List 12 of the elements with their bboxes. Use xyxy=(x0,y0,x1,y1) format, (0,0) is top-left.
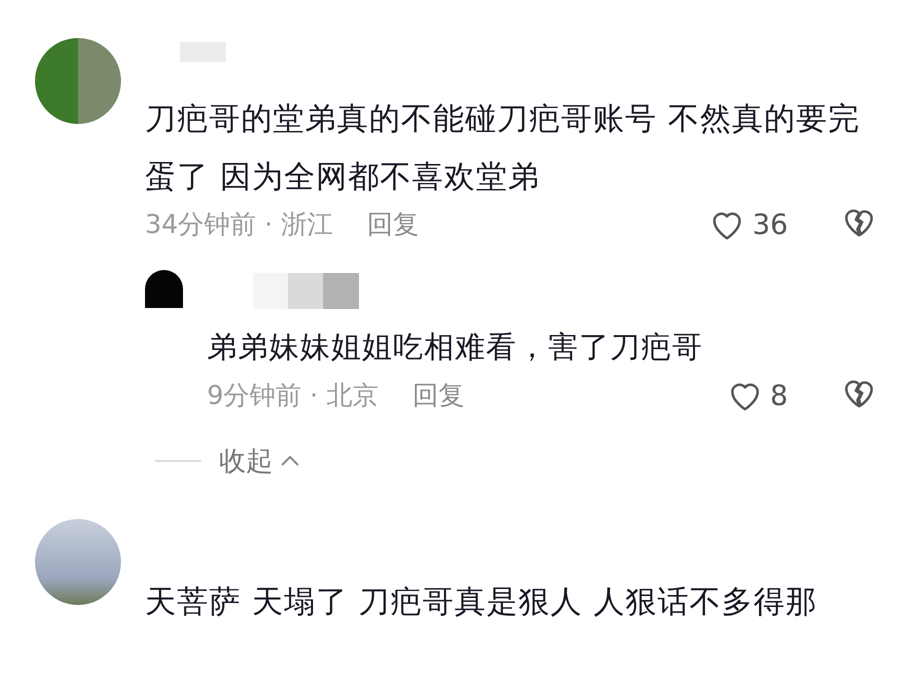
reply-meta: 9分钟前 · 北京 xyxy=(207,380,378,412)
like-count: 36 xyxy=(752,208,788,240)
caret-icon xyxy=(279,454,301,468)
avatar[interactable] xyxy=(145,270,183,308)
reply-text: 弟弟妹妹姐姐吃相难看，害了刀疤哥 xyxy=(207,329,704,367)
collapse-button[interactable]: 收起 xyxy=(219,443,301,479)
comment-meta: 34分钟前 · 浙江 xyxy=(145,208,333,242)
comment-text: 刀疤哥的堂弟真的不能碰刀疤哥账号 不然真的要完蛋了 因为全网都不喜欢堂弟 xyxy=(145,100,861,197)
reply-link[interactable]: 回复 xyxy=(366,206,419,242)
reply-link[interactable]: 回复 xyxy=(412,378,464,412)
comment-text: 天菩萨 天塌了 刀疤哥真是狠人 人狠话不多得那 xyxy=(145,583,819,622)
like-count: 8 xyxy=(770,378,788,412)
